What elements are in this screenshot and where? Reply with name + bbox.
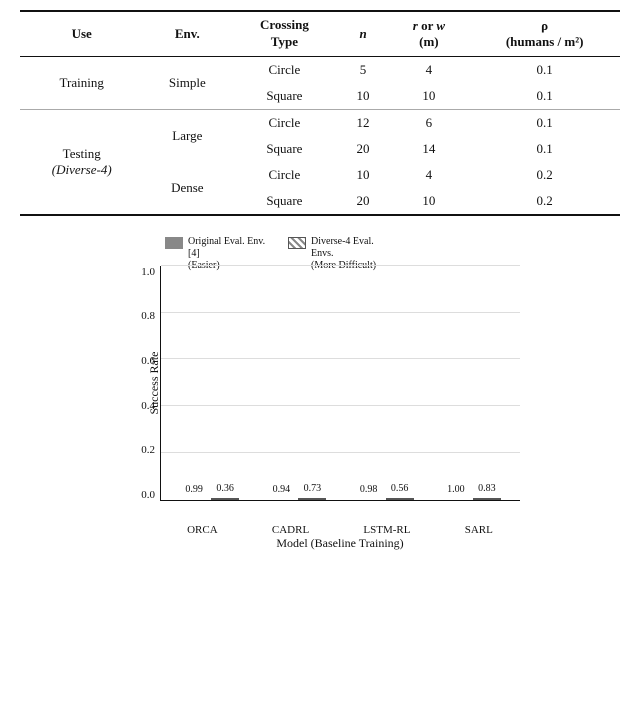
crossing-square-3: Square — [231, 188, 337, 214]
r-10-2: 10 — [389, 188, 470, 214]
env-simple: Simple — [143, 56, 231, 109]
crossing-square-1: Square — [231, 83, 337, 110]
use-testing: Testing(Diverse-4) — [20, 109, 143, 214]
y-label-1.0: 1.0 — [141, 266, 155, 278]
n-5: 5 — [338, 56, 389, 83]
y-label-0.2: 0.2 — [141, 444, 155, 456]
bar-sarl-hatched: 0.83 — [473, 498, 501, 500]
n-10-1: 10 — [338, 83, 389, 110]
bar-label-orca-hatched: 0.36 — [216, 483, 234, 494]
rho-0.1-3: 0.1 — [469, 109, 620, 136]
r-6: 6 — [389, 109, 470, 136]
bar-lstm-hatched: 0.56 — [386, 498, 414, 500]
bar-orca-hatched: 0.36 — [211, 498, 239, 500]
r-4: 4 — [389, 56, 470, 83]
y-axis-title: Success Rate — [147, 351, 162, 414]
bar-label-sarl-hatched: 0.83 — [478, 483, 496, 494]
data-table: Use Env. CrossingType n r or w(m) ρ(huma… — [20, 10, 620, 216]
x-label-orca: ORCA — [187, 524, 218, 536]
bar-label-sarl-solid: 1.00 — [447, 484, 465, 495]
crossing-circle-3: Circle — [231, 162, 337, 188]
r-10-1: 10 — [389, 83, 470, 110]
x-label-cadrl: CADRL — [272, 524, 309, 536]
r-4-2: 4 — [389, 162, 470, 188]
x-axis-labels: ORCA CADRL LSTM-RL SARL — [160, 524, 520, 536]
col-header-use: Use — [20, 11, 143, 56]
bar-cadrl-hatched: 0.73 — [298, 498, 326, 500]
legend-solid-box — [165, 237, 183, 249]
n-20-1: 20 — [338, 136, 389, 162]
env-dense: Dense — [143, 162, 231, 214]
rho-0.2-2: 0.2 — [469, 188, 620, 214]
col-header-rho: ρ(humans / m²) — [469, 11, 620, 56]
rho-0.2-1: 0.2 — [469, 162, 620, 188]
bar-group-orca: 0.99 0.36 — [180, 498, 239, 500]
crossing-circle-2: Circle — [231, 109, 337, 136]
y-label-0.8: 0.8 — [141, 310, 155, 322]
col-header-n: n — [338, 11, 389, 56]
use-training: Training — [20, 56, 143, 109]
bar-group-lstm: 0.98 0.56 — [355, 498, 414, 500]
col-header-env: Env. — [143, 11, 231, 56]
n-12: 12 — [338, 109, 389, 136]
n-20-2: 20 — [338, 188, 389, 214]
x-axis-title: Model (Baseline Training) — [160, 536, 520, 551]
bar-label-lstm-hatched: 0.56 — [391, 483, 409, 494]
bars-area: 0.99 0.36 0.94 0.73 — [161, 266, 520, 500]
r-14: 14 — [389, 136, 470, 162]
bar-label-cadrl-solid: 0.94 — [273, 484, 291, 495]
bar-label-orca-solid: 0.99 — [185, 484, 203, 495]
rho-0.1-2: 0.1 — [469, 83, 620, 110]
bar-label-cadrl-hatched: 0.73 — [304, 483, 322, 494]
chart-plot-area: Success Rate 0.99 0.36 0.94 — [160, 266, 520, 501]
bar-label-lstm-solid: 0.98 — [360, 484, 378, 495]
y-label-0.0: 0.0 — [141, 489, 155, 501]
n-10-2: 10 — [338, 162, 389, 188]
x-label-sarl: SARL — [465, 524, 493, 536]
crossing-circle-1: Circle — [231, 56, 337, 83]
col-header-crossing: CrossingType — [231, 11, 337, 56]
bar-group-sarl: 1.00 0.83 — [442, 498, 501, 500]
legend-hatched-box — [288, 237, 306, 249]
bar-chart: Original Eval. Env. [4](Easier) Diverse-… — [20, 236, 620, 556]
x-label-lstm: LSTM-RL — [363, 524, 410, 536]
rho-0.1-4: 0.1 — [469, 136, 620, 162]
env-large: Large — [143, 109, 231, 162]
crossing-square-2: Square — [231, 136, 337, 162]
rho-0.1-1: 0.1 — [469, 56, 620, 83]
bar-group-cadrl: 0.94 0.73 — [267, 498, 326, 500]
col-header-rw: r or w(m) — [389, 11, 470, 56]
